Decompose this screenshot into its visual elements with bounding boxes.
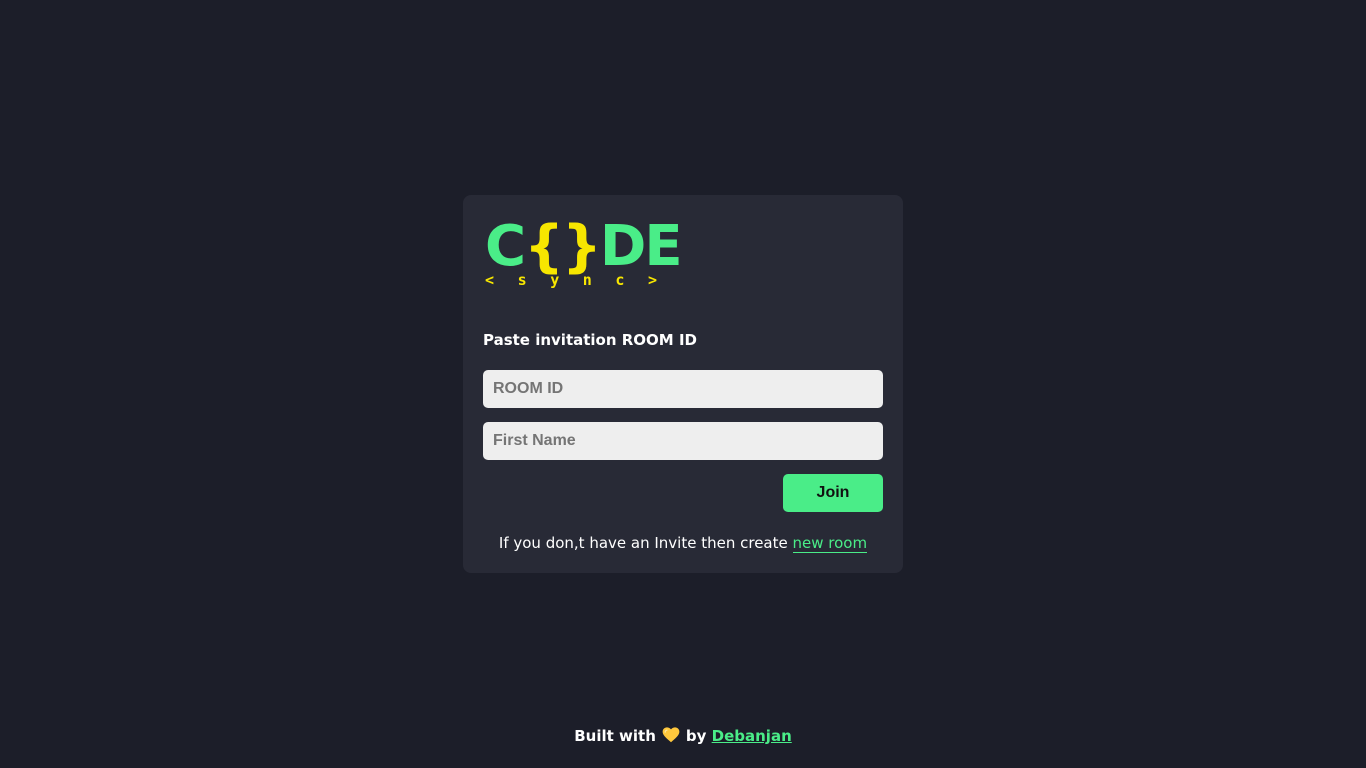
join-room-card: C{}DE < s y n c > Paste invitation ROOM …	[463, 195, 903, 573]
new-room-link[interactable]: new room	[792, 534, 868, 553]
room-id-input[interactable]	[483, 370, 883, 408]
logo-sub-letter: c	[615, 271, 625, 289]
footer-built-with: Built with	[574, 727, 656, 745]
create-room-info: If you don,t have an Invite then create …	[463, 534, 903, 553]
logo-sub-letter: >	[647, 271, 657, 289]
logo-sub-letter: s	[517, 271, 527, 289]
logo-sub-letter: <	[485, 271, 495, 289]
join-button[interactable]: Join	[783, 474, 883, 512]
yellow-heart-icon	[662, 727, 680, 743]
logo-letters-de: DE	[599, 214, 683, 279]
invite-heading: Paste invitation ROOM ID	[483, 331, 697, 349]
create-room-text: If you don,t have an Invite then create	[498, 534, 793, 552]
logo-sub-letter: y	[550, 271, 560, 289]
page: C{}DE < s y n c > Paste invitation ROOM …	[0, 0, 1366, 768]
footer: Built with by Debanjan	[0, 727, 1366, 745]
author-link[interactable]: Debanjan	[712, 727, 792, 745]
first-name-input[interactable]	[483, 422, 883, 460]
footer-by: by	[685, 727, 707, 745]
logo-sub-letter: n	[582, 271, 592, 289]
logo-wordmark: C{}DE	[485, 219, 683, 275]
logo-subtitle: < s y n c >	[485, 272, 657, 288]
code-sync-logo: C{}DE < s y n c >	[485, 219, 683, 289]
logo-letter-c: C	[485, 214, 526, 279]
logo-braces: {}	[524, 214, 602, 279]
